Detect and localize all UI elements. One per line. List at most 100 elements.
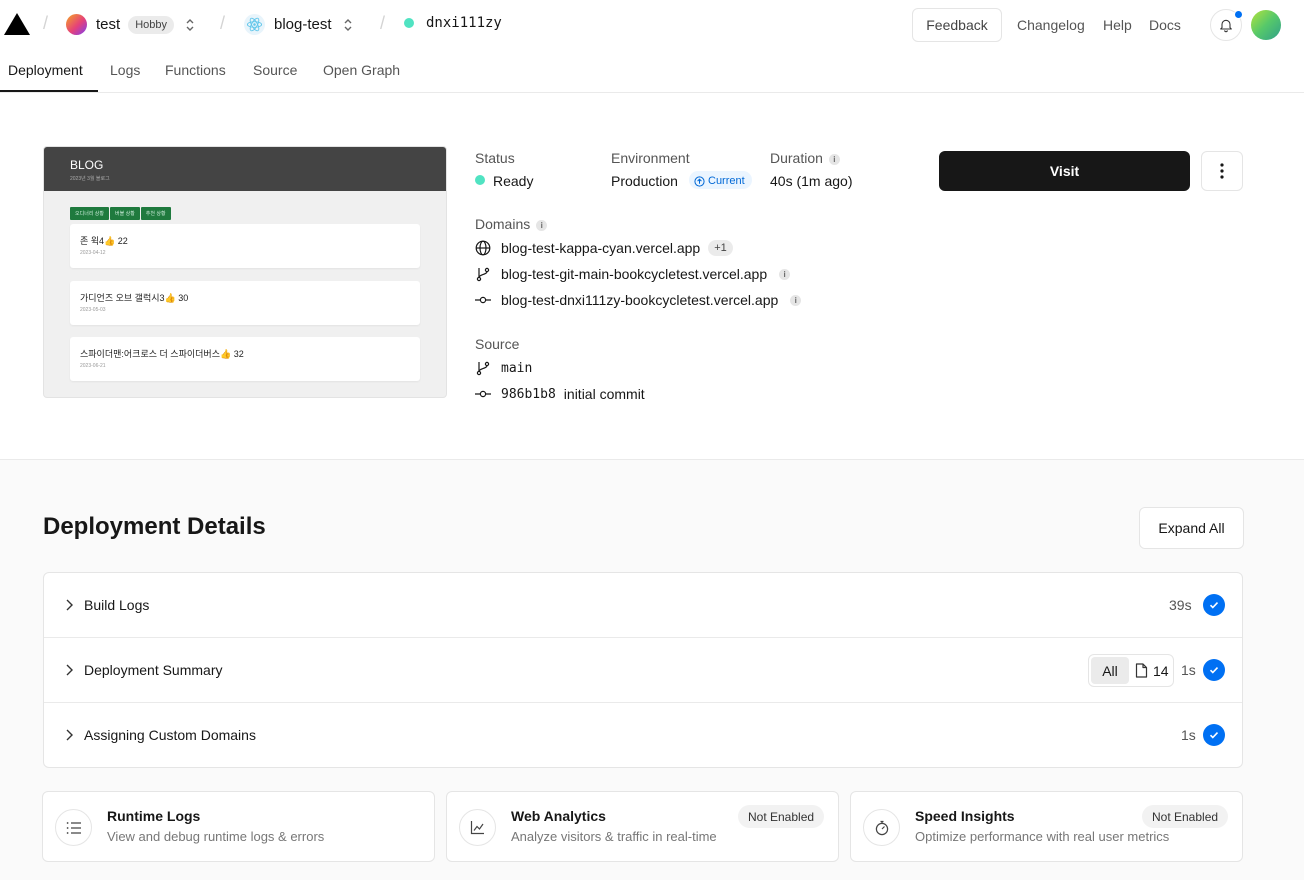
more-vertical-icon (1220, 163, 1224, 179)
tab-functions[interactable]: Functions (165, 62, 226, 78)
vercel-logo-icon[interactable] (4, 13, 30, 35)
tab-logs[interactable]: Logs (110, 62, 140, 78)
preview-chip: 추천 상황 (140, 207, 171, 220)
preview-post-date: 2023-04-12 (80, 250, 106, 256)
duration-value: 40s (1m ago) (770, 173, 853, 189)
deployment-preview[interactable]: BLOG 2023년 3월 블로그 오디너리 상황 버블 상황 추천 상황 존 … (43, 146, 447, 398)
breadcrumb-separator: / (220, 13, 226, 33)
duration-label-text: Duration (770, 150, 823, 166)
deployment-crumb[interactable]: dnxi111zy (404, 15, 502, 31)
detail-row-label: Assigning Custom Domains (84, 727, 256, 743)
domain-link[interactable]: blog-test-git-main-bookcycletest.vercel.… (501, 266, 767, 282)
info-icon[interactable]: i (828, 154, 840, 165)
source-commit-row[interactable]: 986b1b8 initial commit (475, 386, 645, 402)
domain-row[interactable]: blog-test-git-main-bookcycletest.vercel.… (475, 266, 791, 282)
card-subtitle: Optimize performance with real user metr… (915, 829, 1170, 844)
branch-name[interactable]: main (501, 361, 532, 376)
user-avatar[interactable] (1251, 10, 1281, 40)
environment-value: Production (611, 173, 678, 189)
not-enabled-badge: Not Enabled (738, 805, 825, 828)
file-count: 14 (1153, 662, 1169, 679)
commit-hash[interactable]: 986b1b8 (501, 387, 556, 402)
more-domains-badge[interactable]: +1 (708, 240, 733, 256)
detail-row-time: 1s (1181, 727, 1196, 743)
detail-row-deployment-summary[interactable]: Deployment Summary All 14 1s (44, 638, 1242, 703)
detail-row-label: Build Logs (84, 597, 150, 613)
team-switcher[interactable]: test Hobby (66, 14, 196, 35)
tab-open-graph[interactable]: Open Graph (323, 62, 400, 78)
card-title: Runtime Logs (107, 808, 201, 824)
domains-label: Domains i (475, 216, 548, 232)
info-icon[interactable]: i (536, 220, 548, 231)
preview-blog-subtitle: 2023년 3월 블로그 (70, 176, 110, 182)
deployment-status-dot (404, 18, 414, 28)
filter-all-button[interactable]: All (1091, 657, 1129, 684)
commit-message: initial commit (563, 386, 645, 402)
project-name: blog-test (274, 16, 332, 33)
detail-row-label: Deployment Summary (84, 662, 223, 678)
preview-post-title: 가디언즈 오브 갤럭시3👍 30 (80, 293, 189, 303)
bell-icon (1220, 19, 1232, 33)
web-analytics-card[interactable]: Web Analytics Analyze visitors & traffic… (446, 791, 839, 862)
preview-post-date: 2023-06-21 (80, 363, 106, 369)
environment-label: Environment (611, 150, 690, 166)
preview-post-title: 존 윅4👍 22 (80, 236, 128, 246)
preview-chip: 버블 상황 (110, 207, 140, 220)
team-avatar (66, 14, 87, 35)
deployment-details-title: Deployment Details (43, 513, 266, 540)
detail-row-time: 39s (1169, 597, 1192, 613)
current-badge: Current (689, 171, 752, 189)
visit-button[interactable]: Visit (939, 151, 1190, 191)
project-switcher[interactable]: blog-test (244, 14, 354, 35)
domain-link[interactable]: blog-test-kappa-cyan.vercel.app (501, 240, 700, 256)
tab-deployment[interactable]: Deployment (8, 62, 83, 78)
status-value: Ready (493, 173, 534, 189)
expand-all-button[interactable]: Expand All (1139, 507, 1244, 549)
git-branch-icon (475, 266, 491, 282)
check-circle-icon (1203, 594, 1225, 616)
preview-chip: 오디너리 상황 (70, 207, 109, 220)
detail-row-build-logs[interactable]: Build Logs 39s (44, 573, 1242, 638)
duration-label: Duration i (770, 150, 840, 166)
detail-row-time: 1s (1181, 662, 1196, 678)
tab-source[interactable]: Source (253, 62, 297, 78)
plan-badge: Hobby (128, 15, 174, 34)
deployment-id: dnxi111zy (426, 15, 502, 31)
card-subtitle: View and debug runtime logs & errors (107, 829, 325, 844)
changelog-link[interactable]: Changelog (1017, 17, 1085, 33)
more-options-button[interactable] (1201, 151, 1243, 191)
docs-link[interactable]: Docs (1149, 17, 1181, 33)
domains-label-text: Domains (475, 216, 531, 232)
info-icon[interactable]: i (790, 294, 802, 306)
active-tab-indicator (0, 90, 98, 92)
gauge-icon (863, 809, 900, 846)
file-icon (1135, 663, 1148, 678)
detail-row-assigning-custom-domains[interactable]: Assigning Custom Domains 1s (44, 703, 1242, 768)
speed-insights-card[interactable]: Speed Insights Optimize performance with… (850, 791, 1243, 862)
feedback-button[interactable]: Feedback (912, 8, 1002, 42)
info-icon[interactable]: i (779, 268, 791, 280)
card-title: Speed Insights (915, 808, 1015, 824)
ready-status-dot (475, 175, 485, 185)
domain-row[interactable]: blog-test-dnxi111zy-bookcycletest.vercel… (475, 292, 802, 308)
help-link[interactable]: Help (1103, 17, 1132, 33)
chevron-right-icon (64, 597, 74, 613)
team-switch-chevron-icon[interactable] (184, 16, 196, 34)
chevron-right-icon (64, 727, 74, 743)
notification-dot (1234, 10, 1243, 19)
project-switch-chevron-icon[interactable] (342, 16, 354, 34)
domain-row[interactable]: blog-test-kappa-cyan.vercel.app +1 (475, 240, 733, 256)
team-name: test (96, 16, 121, 33)
runtime-logs-card[interactable]: Runtime Logs View and debug runtime logs… (42, 791, 435, 862)
breadcrumb-separator: / (43, 13, 49, 33)
preview-post: 존 윅4👍 22 2023-04-12 (70, 224, 420, 268)
breadcrumb-separator: / (380, 13, 386, 33)
list-icon (55, 809, 92, 846)
preview-header: BLOG 2023년 3월 블로그 (44, 147, 446, 191)
domain-link[interactable]: blog-test-dnxi111zy-bookcycletest.vercel… (501, 292, 778, 308)
preview-chips: 오디너리 상황 버블 상황 추천 상황 (70, 207, 171, 220)
source-label: Source (475, 336, 520, 352)
check-circle-icon (1203, 724, 1225, 746)
source-branch-row[interactable]: main (475, 360, 532, 376)
filter-files-button[interactable]: 14 (1135, 663, 1169, 679)
